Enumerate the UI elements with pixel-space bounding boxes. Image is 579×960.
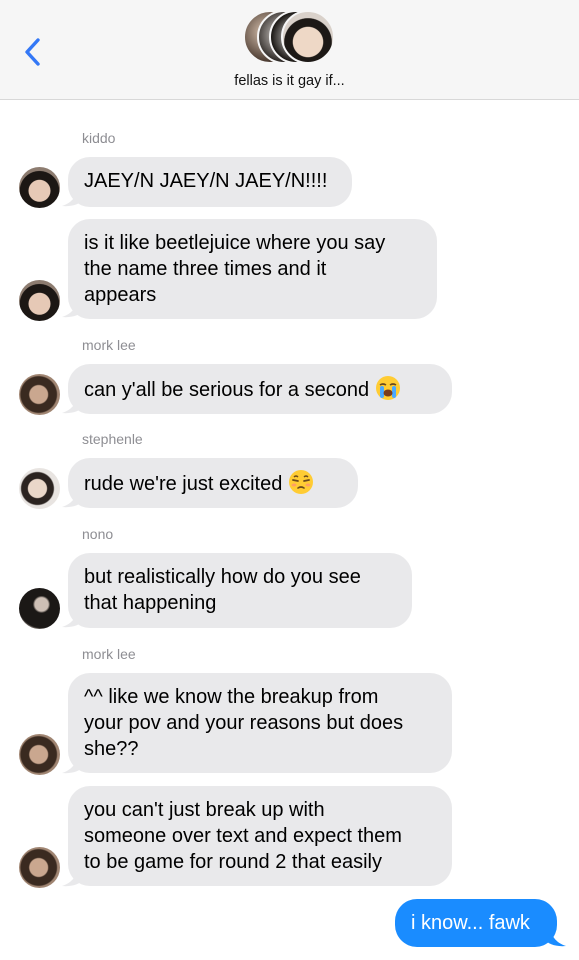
message-bubble[interactable]: rude we're just excited (68, 458, 358, 508)
chevron-left-icon[interactable] (20, 36, 46, 68)
group-title[interactable]: fellas is it gay if... (0, 73, 579, 89)
message-text: can y'all be serious for a second (84, 379, 370, 401)
conversation-header: fellas is it gay if... (0, 0, 579, 100)
message-bubble[interactable]: JAEY/N JAEY/N JAEY/N!!!! (68, 157, 352, 207)
message-bubble[interactable]: but realistically how do you see that ha… (68, 553, 412, 628)
group-avatar-stack[interactable] (243, 10, 343, 68)
avatar[interactable] (19, 280, 60, 321)
avatar[interactable] (19, 588, 60, 629)
sender-name: stephenle (82, 431, 143, 447)
message-text: rude we're just excited (84, 473, 283, 495)
outgoing-message-bubble[interactable]: i know... fawk (395, 899, 557, 947)
sender-name: kiddo (82, 130, 116, 146)
avatar[interactable] (19, 847, 60, 888)
loudly-crying-face-icon (376, 376, 401, 400)
message-bubble[interactable]: you can't just break up with someone ove… (68, 786, 452, 886)
avatar[interactable] (19, 734, 60, 775)
avatar[interactable] (19, 167, 60, 208)
sender-name: mork lee (82, 337, 136, 353)
unamused-face-icon (289, 470, 314, 494)
message-bubble[interactable]: can y'all be serious for a second (68, 364, 452, 414)
message-bubble[interactable]: ^^ like we know the breakup from your po… (68, 673, 452, 773)
sender-name: mork lee (82, 646, 136, 662)
group-avatar-4 (281, 10, 335, 64)
avatar[interactable] (19, 374, 60, 415)
sender-name: nono (82, 526, 114, 542)
message-bubble[interactable]: is it like beetlejuice where you say the… (68, 219, 437, 319)
avatar[interactable] (19, 468, 60, 509)
